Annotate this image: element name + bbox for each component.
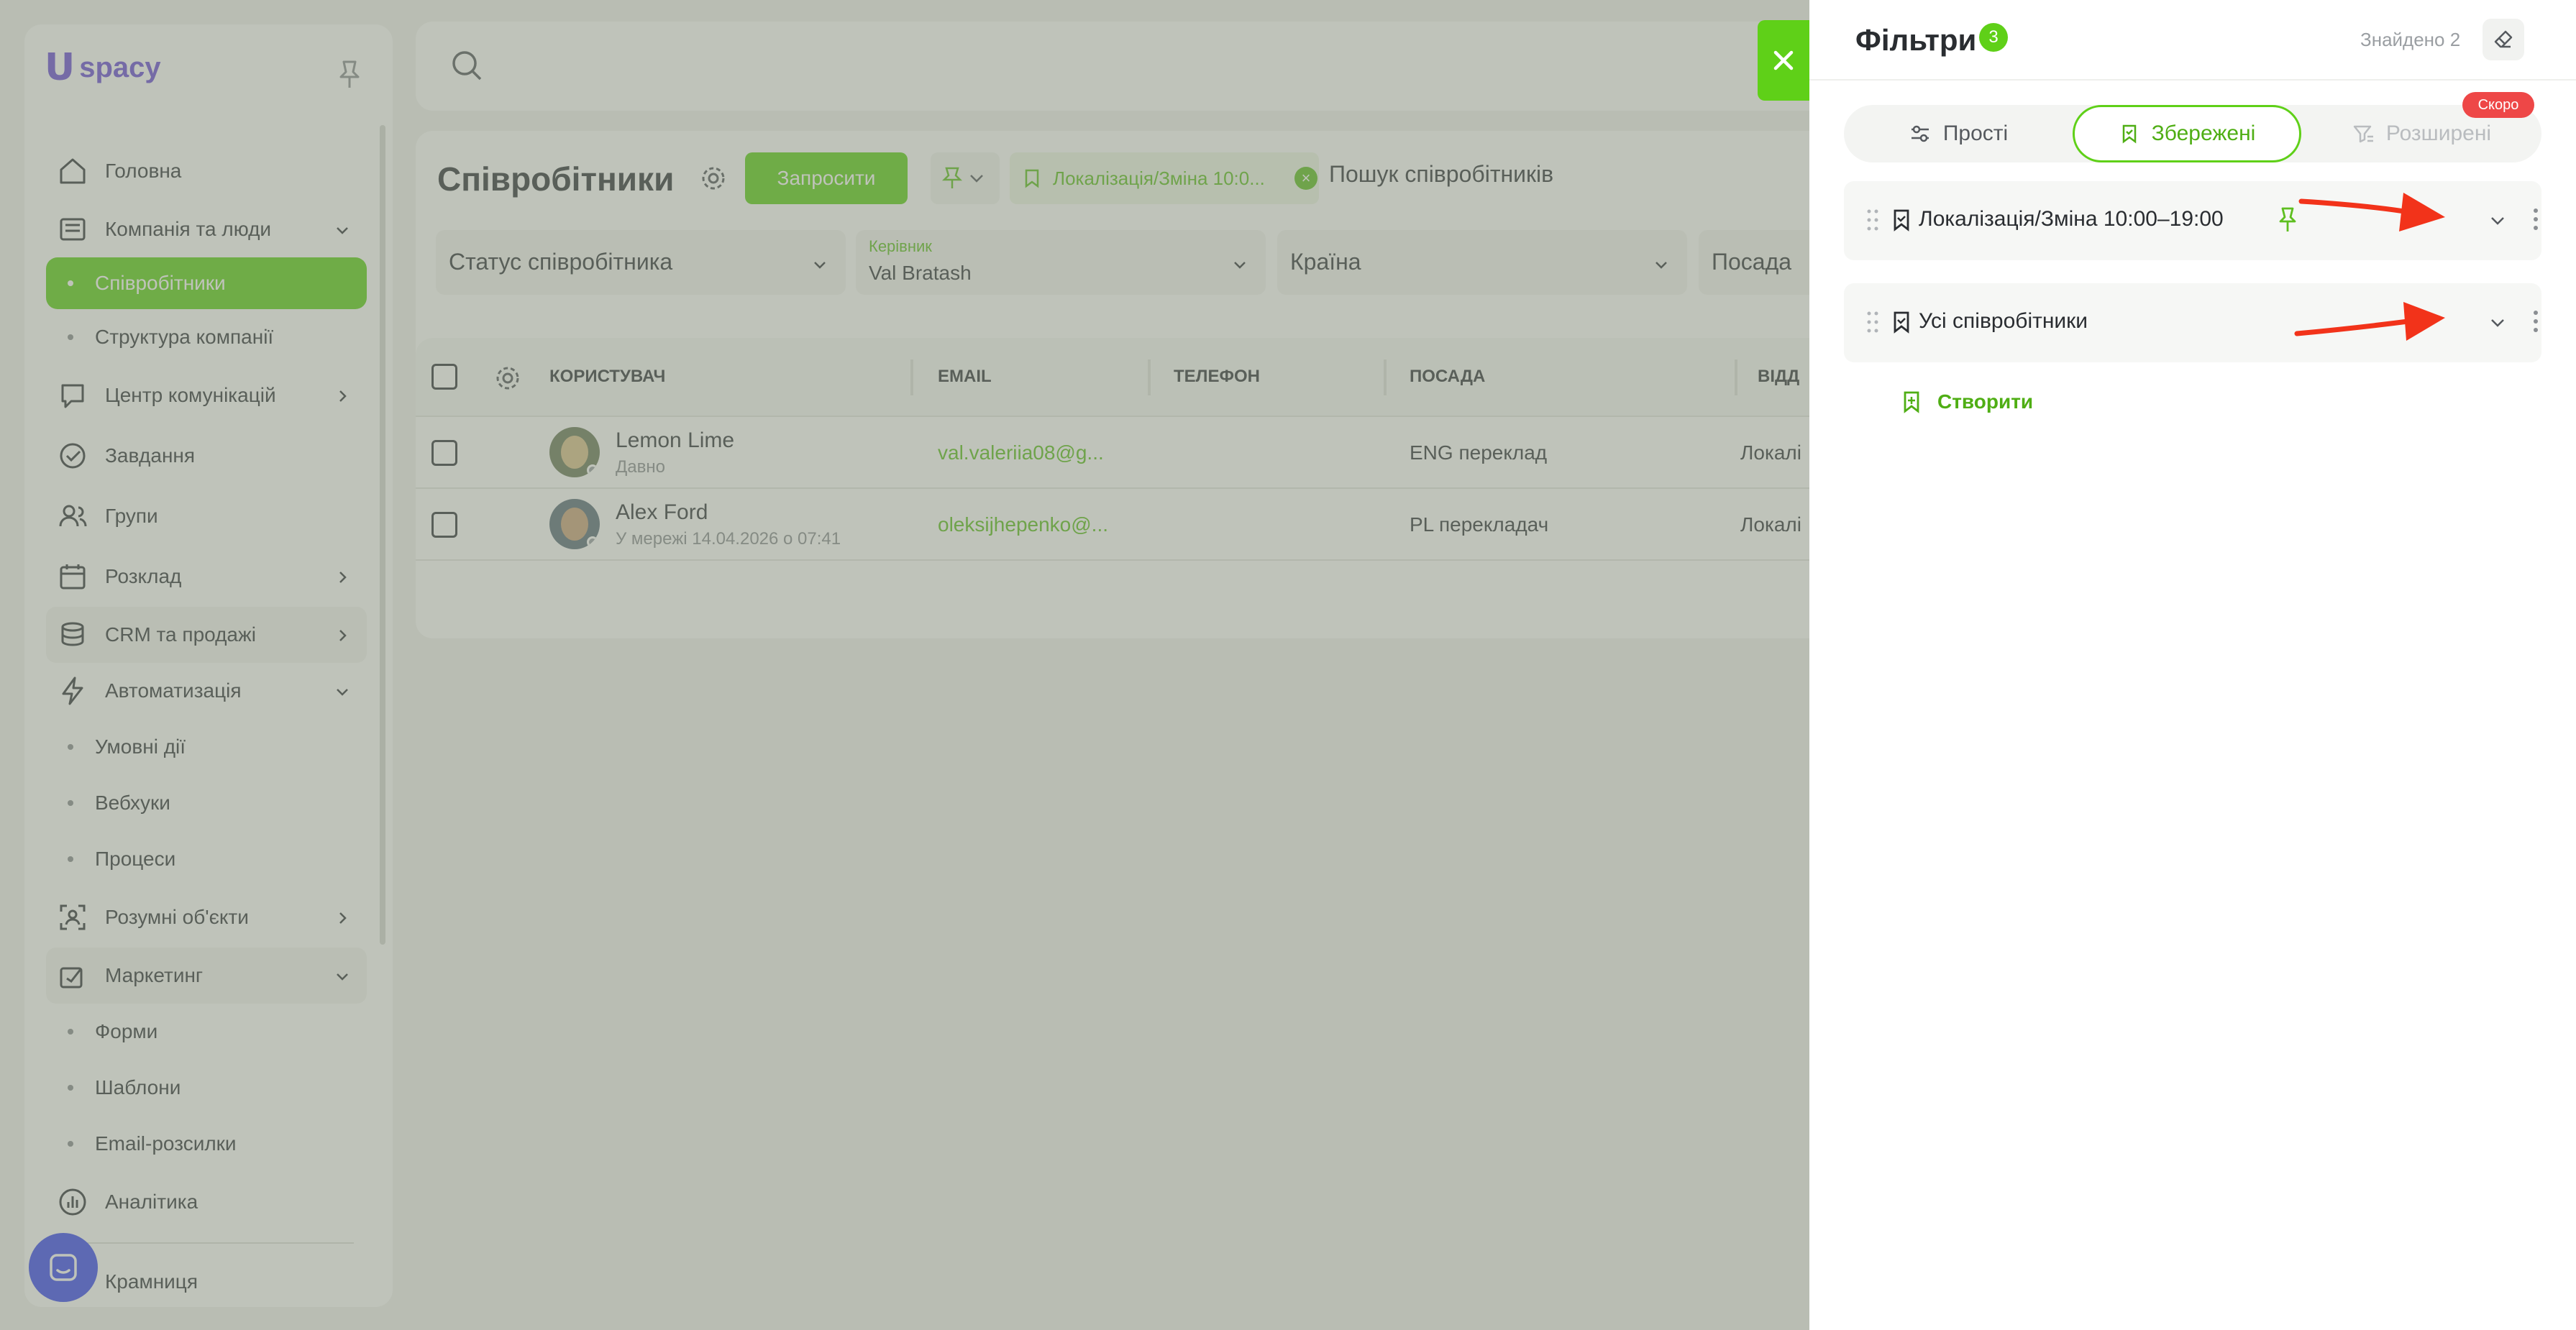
results-count: Знайдено 2 xyxy=(2360,29,2461,50)
tab-label: Розширені xyxy=(2385,121,2492,145)
drawer-title: Фільтри xyxy=(1855,23,1977,57)
filter-count-badge: 3 xyxy=(1979,23,2008,52)
tab-saved[interactable]: Збережені xyxy=(2073,105,2301,162)
modal-backdrop[interactable] xyxy=(0,0,1809,1330)
advanced-filter-icon xyxy=(2352,122,2375,145)
tab-label: Збережені xyxy=(2151,121,2256,145)
filters-drawer: Фільтри 3 Знайдено 2 Прості Збережені Ро… xyxy=(1809,0,2576,1330)
clear-filters-button[interactable] xyxy=(2483,19,2524,60)
more-options-icon[interactable] xyxy=(2529,305,2543,341)
chevron-down-icon[interactable] xyxy=(2488,211,2507,234)
saved-filter-label: Локалізація/Зміна 10:00–19:00 xyxy=(1919,207,2224,231)
filter-tabs: Прості Збережені Розширені xyxy=(1844,105,2541,162)
bookmark-icon xyxy=(1891,207,1912,237)
pinned-icon[interactable] xyxy=(2277,206,2298,238)
saved-filter-label: Усі співробітники xyxy=(1919,309,2088,333)
annotation-arrow-icon xyxy=(2298,193,2445,231)
drag-handle-icon[interactable] xyxy=(1865,309,1880,339)
tab-label: Прості xyxy=(1942,121,2009,145)
close-icon xyxy=(1773,50,1794,70)
create-filter-button[interactable]: Створити xyxy=(1901,390,2033,414)
bookmark-add-icon xyxy=(1901,390,1922,414)
bookmark-icon xyxy=(1891,309,1912,339)
bookmark-icon xyxy=(2119,123,2140,145)
sliders-icon xyxy=(1909,122,1932,145)
drawer-header: Фільтри 3 Знайдено 2 xyxy=(1809,0,2576,81)
create-filter-label: Створити xyxy=(1937,390,2034,413)
drag-handle-icon[interactable] xyxy=(1865,207,1880,237)
eraser-icon xyxy=(2494,30,2513,48)
annotation-arrow-icon xyxy=(2294,302,2445,341)
chevron-down-icon[interactable] xyxy=(2488,313,2507,336)
more-options-icon[interactable] xyxy=(2529,203,2543,239)
tab-simple[interactable]: Прості xyxy=(1844,105,2073,162)
soon-badge: Скоро xyxy=(2462,92,2534,118)
close-drawer-button[interactable] xyxy=(1758,20,1809,101)
